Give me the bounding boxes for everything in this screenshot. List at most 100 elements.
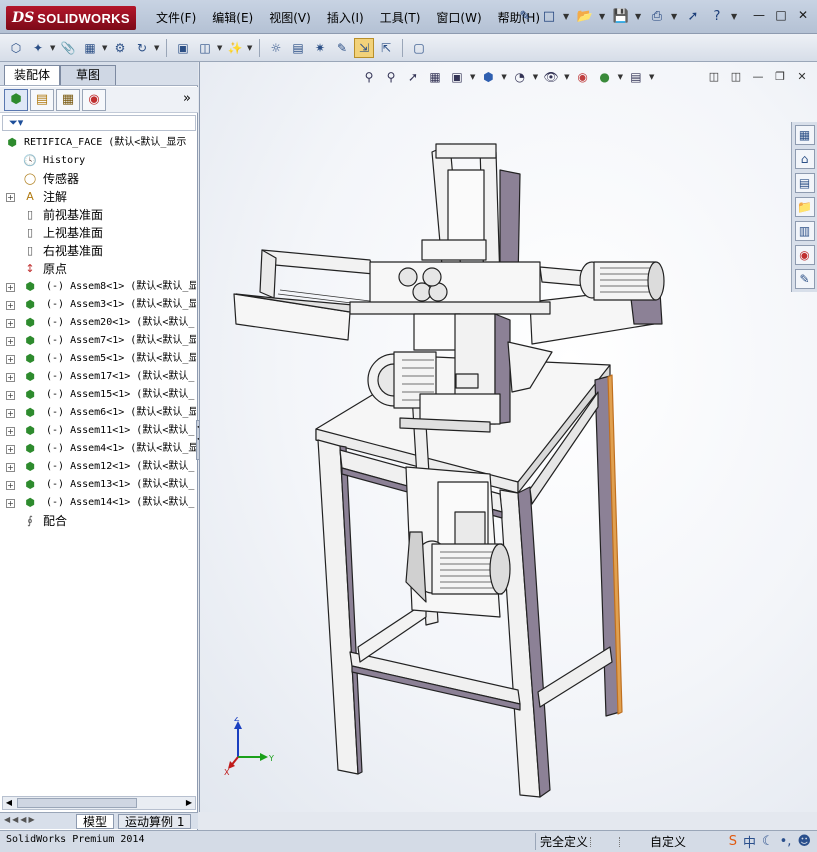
punctuation-icon[interactable]: •, [780, 834, 792, 849]
expand-icon[interactable]: + [6, 283, 15, 292]
save-dropdown-icon[interactable]: ▼ [635, 12, 643, 21]
reference-geometry-icon[interactable]: ✨ [225, 38, 245, 58]
tab-assembly[interactable]: 装配体 [4, 65, 60, 85]
view-palette-icon[interactable]: ▥ [794, 221, 815, 241]
move-dropdown-icon[interactable]: ▼ [154, 44, 160, 52]
expand-icon[interactable]: + [6, 409, 15, 418]
scroll-left-icon[interactable]: ◀ [3, 797, 15, 809]
tab-sketch[interactable]: 草图 [60, 65, 116, 85]
tree-item[interactable]: ▯ 上视基准面 [0, 224, 196, 242]
tree-item[interactable]: 🕓 History [0, 152, 196, 170]
expand-icon[interactable]: + [6, 355, 15, 364]
tab-model[interactable]: 模型 [76, 814, 115, 829]
print-dropdown-icon[interactable]: ▼ [671, 12, 679, 21]
mate-icon[interactable]: 📎 [58, 38, 78, 58]
tree-component[interactable]: + ⬢ (-) Assem20<1> (默认<默认_ [0, 314, 196, 332]
expand-icon[interactable]: + [6, 193, 15, 202]
expand-icon[interactable]: + [6, 481, 15, 490]
tab-motion-study[interactable]: 运动算例 1 [118, 814, 192, 829]
move-component-icon[interactable]: ↻ [132, 38, 152, 58]
expand-icon[interactable]: + [6, 301, 15, 310]
panel-horizontal-scrollbar[interactable]: ◀ ▶ [2, 796, 196, 810]
smart-fasteners-icon[interactable]: ⚙ [110, 38, 130, 58]
tree-item[interactable]: ▯ 右视基准面 [0, 242, 196, 260]
tree-component[interactable]: + ⬢ (-) Assem6<1> (默认<默认_显 [0, 404, 196, 422]
explode-line-sketch-icon[interactable]: ✎ [332, 38, 352, 58]
save-icon[interactable]: 💾 [611, 6, 631, 26]
configuration-manager-icon[interactable]: ▦ [56, 88, 80, 111]
expand-icon[interactable]: + [6, 499, 15, 508]
print-icon[interactable]: ⎙ [647, 6, 667, 26]
menu-file[interactable]: 文件(F) [148, 9, 204, 27]
show-hidden-icon[interactable]: ▣ [173, 38, 193, 58]
menu-edit[interactable]: 编辑(E) [204, 9, 261, 27]
exploded-view-icon[interactable]: ✷ [310, 38, 330, 58]
new-motion-study-icon[interactable]: ☼ [266, 38, 286, 58]
tree-item[interactable]: ◯ 传感器 [0, 170, 196, 188]
minimize-icon[interactable]: — [751, 7, 767, 23]
menu-view[interactable]: 视图(V) [261, 9, 319, 27]
expand-icon[interactable]: + [6, 463, 15, 472]
expand-icon[interactable]: + [6, 391, 15, 400]
tree-component[interactable]: + ⬢ (-) Assem13<1> (默认<默认_ [0, 476, 196, 494]
feature-filter[interactable]: ⏷▾ [2, 115, 196, 131]
open-dropdown-icon[interactable]: ▼ [599, 12, 607, 21]
moon-icon[interactable]: ☾ [762, 834, 774, 849]
pattern-dropdown-icon[interactable]: ▼ [102, 44, 108, 52]
tab-navigation-arrows[interactable]: ◀◀◀▶ [4, 815, 37, 824]
solidworks-logo[interactable]: DS SOLIDWORKS [6, 6, 136, 30]
take-snapshot-icon[interactable]: ▢ [409, 38, 429, 58]
tree-component[interactable]: + ⬢ (-) Assem14<1> (默认<默认_ [0, 494, 196, 512]
pin-icon[interactable]: ✎ [515, 6, 535, 26]
open-folder-icon[interactable]: 📂 [575, 6, 595, 26]
expand-icon[interactable]: + [6, 373, 15, 382]
menu-insert[interactable]: 插入(I) [319, 9, 372, 27]
tree-component[interactable]: + ⬢ (-) Assem12<1> (默认<默认_ [0, 458, 196, 476]
chevron-right-icon[interactable]: » [183, 91, 191, 106]
tree-item[interactable]: + A 注解 [0, 188, 196, 206]
file-explorer-icon[interactable]: 📁 [794, 197, 815, 217]
tree-component[interactable]: + ⬢ (-) Assem5<1> (默认<默认_显 [0, 350, 196, 368]
tree-item-mates[interactable]: ∮ 配合 [0, 512, 196, 530]
tree-component[interactable]: + ⬢ (-) Assem17<1> (默认<默认_ [0, 368, 196, 386]
update-speedpak-icon[interactable]: ⇱ [376, 38, 396, 58]
expand-icon[interactable]: + [6, 337, 15, 346]
display-manager-icon[interactable]: ◉ [82, 88, 106, 111]
instant3d-icon[interactable]: ⇲ [354, 37, 374, 58]
select-cursor-icon[interactable]: ➚ [683, 6, 703, 26]
help-dropdown-icon[interactable]: ▼ [731, 12, 739, 21]
user-icon[interactable]: ☻ [797, 834, 811, 849]
feature-manager-icon[interactable]: ⬢ [4, 88, 28, 111]
graphics-area[interactable]: ⚲ ⚲ ➚ ▦ ▣ ▼ ⬢ ▼ ◔ ▼ 👁 ▼ ◉ ● ▼ ▤ ▼ ◫ ◫ — ❐ ✕ [199, 62, 817, 812]
filter-icon[interactable]: ⏷▾ [9, 116, 23, 130]
bill-of-materials-icon[interactable]: ▤ [288, 38, 308, 58]
scroll-right-icon[interactable]: ▶ [183, 797, 195, 809]
tree-component[interactable]: + ⬢ (-) Assem3<1> (默认<默认_显 [0, 296, 196, 314]
tree-component[interactable]: + ⬢ (-) Assem15<1> (默认<默认_ [0, 386, 196, 404]
tree-component[interactable]: + ⬢ (-) Assem4<1> (默认<默认_显 [0, 440, 196, 458]
design-library-icon[interactable]: ▤ [794, 173, 815, 193]
help-question-icon[interactable]: ? [707, 6, 727, 26]
expand-icon[interactable]: + [6, 445, 15, 454]
custom-properties-icon[interactable]: ✎ [794, 269, 815, 289]
assembly-features-icon[interactable]: ◫ [195, 38, 215, 58]
expand-icon[interactable]: + [6, 319, 15, 328]
property-manager-icon[interactable]: ▤ [30, 88, 54, 111]
assembly-model-render[interactable] [200, 62, 817, 812]
tree-component[interactable]: + ⬢ (-) Assem7<1> (默认<默认_显 [0, 332, 196, 350]
solidworks-resources-icon[interactable]: ▦ [794, 125, 815, 145]
menu-tools[interactable]: 工具(T) [372, 9, 429, 27]
new-part-dropdown-icon[interactable]: ▼ [50, 44, 56, 52]
tree-item[interactable]: ↕ 原点 [0, 260, 196, 278]
scroll-thumb[interactable] [17, 798, 137, 808]
tree-item[interactable]: ▯ 前视基准面 [0, 206, 196, 224]
home-icon[interactable]: ⌂ [794, 149, 815, 169]
linear-pattern-icon[interactable]: ▦ [80, 38, 100, 58]
features-dropdown-icon[interactable]: ▼ [217, 44, 223, 52]
reference-dropdown-icon[interactable]: ▼ [247, 44, 253, 52]
close-icon[interactable]: ✕ [795, 7, 811, 23]
new-dropdown-icon[interactable]: ▼ [563, 12, 571, 21]
new-part-icon[interactable]: ✦ [28, 38, 48, 58]
tree-component[interactable]: + ⬢ (-) Assem11<1> (默认<默认_ [0, 422, 196, 440]
input-method-icon[interactable]: S [729, 834, 737, 849]
